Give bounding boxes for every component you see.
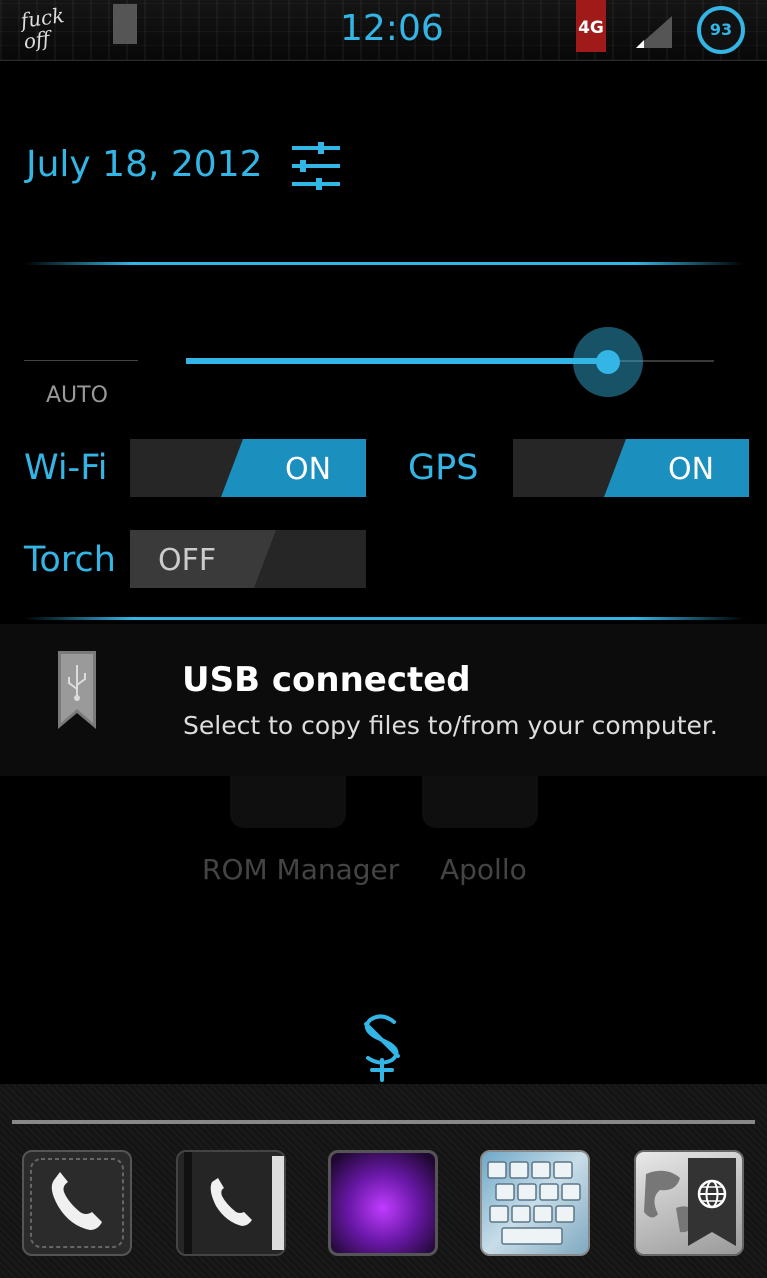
wifi-label: Wi-Fi (24, 448, 108, 488)
separator-top (24, 262, 744, 265)
dock-divider (12, 1120, 755, 1124)
torch-label: Torch (24, 540, 116, 580)
gps-toggle-state: ON (668, 452, 715, 487)
app-drawer-logo-icon[interactable] (350, 1010, 414, 1082)
notification-title: USB connected (182, 660, 471, 700)
torch-toggle-state: OFF (158, 543, 217, 578)
rom-manager-label: ROM Manager (202, 853, 400, 886)
auto-divider (24, 360, 138, 361)
usb-notification[interactable] (0, 624, 767, 776)
usb-icon (58, 651, 96, 729)
network-4g-icon: 4G (576, 0, 606, 52)
torch-toggle[interactable]: OFF (130, 530, 366, 588)
auto-brightness-button[interactable]: AUTO (46, 383, 108, 408)
notification-subtitle: Select to copy files to/from your comput… (183, 711, 718, 740)
signal-icon (636, 16, 672, 48)
date-label: July 18, 2012 (26, 144, 263, 185)
sliders-icon[interactable] (290, 140, 342, 192)
separator-bottom (24, 617, 744, 620)
status-clock: 12:06 (340, 8, 444, 49)
wifi-toggle[interactable]: ON (130, 439, 366, 497)
bookmark-icon (113, 4, 137, 44)
contacts-icon[interactable] (176, 1150, 286, 1256)
brightness-slider-fill (186, 358, 609, 364)
phone-icon[interactable] (22, 1150, 132, 1256)
gps-toggle[interactable]: ON (513, 439, 749, 497)
battery-icon: 93 (697, 6, 745, 54)
gps-label: GPS (408, 448, 479, 488)
purple-grid-app-icon[interactable] (328, 1150, 438, 1256)
keyboard-app-icon[interactable] (480, 1150, 590, 1256)
browser-globe-icon[interactable] (634, 1150, 744, 1256)
wifi-toggle-state: ON (285, 452, 332, 487)
apollo-label: Apollo (440, 853, 527, 886)
